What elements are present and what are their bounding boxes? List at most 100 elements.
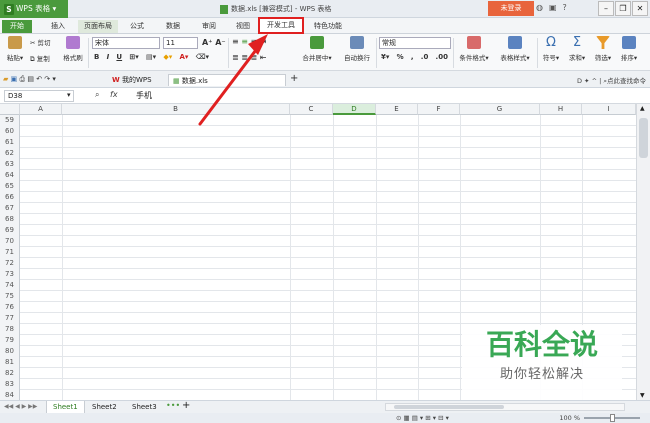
row-header[interactable]: 82 <box>0 368 20 379</box>
column-header-e[interactable]: E <box>376 104 418 115</box>
row-header[interactable]: 75 <box>0 291 20 302</box>
name-box-dropdown-icon[interactable]: ▾ <box>67 91 71 99</box>
row-header[interactable]: 81 <box>0 357 20 368</box>
column-header-i[interactable]: I <box>582 104 636 115</box>
row-header[interactable]: 66 <box>0 192 20 203</box>
tab-developer-tools[interactable]: 开发工具 <box>258 17 304 34</box>
add-sheet-icon[interactable]: + <box>182 400 190 411</box>
copy-button[interactable]: ⧉ 复制 <box>30 53 50 64</box>
font-size-select[interactable]: 11 <box>163 37 198 49</box>
tab-view[interactable]: 视图 <box>230 20 256 33</box>
column-header-d[interactable]: D <box>333 104 376 115</box>
underline-icon[interactable]: U <box>116 53 122 61</box>
percent-icon[interactable]: % <box>397 53 404 61</box>
tab-special-features[interactable]: 特色功能 <box>308 20 348 33</box>
print-icon[interactable]: ⎙ <box>19 75 25 83</box>
clear-format-icon[interactable]: ⌫▾ <box>196 53 209 61</box>
row-header[interactable]: 84 <box>0 390 20 400</box>
align-right-icon[interactable]: ≣ <box>251 53 258 62</box>
table-style-button[interactable]: 表格样式▾ <box>496 36 534 62</box>
zoom-slider[interactable] <box>584 414 640 422</box>
row-header[interactable]: 77 <box>0 313 20 324</box>
fill-color-icon[interactable]: ◆▾ <box>163 53 172 61</box>
row-header[interactable]: 80 <box>0 346 20 357</box>
zoom-slider-handle[interactable] <box>610 414 615 422</box>
open-icon[interactable]: ▰ <box>3 75 8 83</box>
preview-icon[interactable]: ▤ <box>27 75 34 83</box>
row-header[interactable]: 78 <box>0 324 20 335</box>
share-icon[interactable]: D <box>577 77 582 85</box>
paste-button[interactable]: 粘贴▾ <box>3 36 27 62</box>
thousands-icon[interactable]: , <box>411 53 414 61</box>
vertical-scroll-thumb[interactable] <box>639 118 648 158</box>
minimize-icon[interactable]: – <box>598 1 614 16</box>
collapse-icon[interactable]: ^ <box>592 77 597 85</box>
row-header[interactable]: 68 <box>0 214 20 225</box>
scroll-down-icon[interactable]: ▼ <box>640 392 645 399</box>
format-painter-button[interactable]: 格式刷 <box>60 36 86 62</box>
bell-icon[interactable]: ✦ <box>584 77 589 85</box>
row-header[interactable]: 73 <box>0 269 20 280</box>
indent-icon[interactable]: ⇥ <box>260 37 267 46</box>
horizontal-scrollbar[interactable] <box>385 403 625 411</box>
save-icon[interactable]: ▣ <box>11 75 18 83</box>
tab-my-wps[interactable]: W 我的WPS <box>108 74 156 86</box>
column-header-h[interactable]: H <box>540 104 582 115</box>
tab-page-layout[interactable]: 页面布局 <box>78 20 118 33</box>
row-header[interactable]: 67 <box>0 203 20 214</box>
row-header[interactable]: 69 <box>0 225 20 236</box>
border-icon[interactable]: ⊞▾ <box>129 53 138 61</box>
restore-icon[interactable]: ❐ <box>615 1 631 16</box>
align-bottom-icon[interactable]: ≡ <box>251 37 258 46</box>
font-name-select[interactable]: 宋体 <box>92 37 160 49</box>
column-header-f[interactable]: F <box>418 104 460 115</box>
row-header[interactable]: 62 <box>0 148 20 159</box>
cut-button[interactable]: ✂ 剪切 <box>30 37 51 47</box>
scroll-up-icon[interactable]: ▲ <box>640 105 645 112</box>
italic-icon[interactable]: I <box>107 53 110 61</box>
wrap-text-button[interactable]: 自动换行 <box>339 36 375 62</box>
zoom-search-icon[interactable]: ⌕ <box>95 90 99 100</box>
tab-formula[interactable]: 公式 <box>124 20 150 33</box>
row-header[interactable]: 60 <box>0 126 20 137</box>
new-tab-icon[interactable]: + <box>290 73 298 84</box>
column-header-g[interactable]: G <box>460 104 540 115</box>
sheet-more-icon[interactable]: ••• <box>166 401 180 410</box>
row-header[interactable]: 64 <box>0 170 20 181</box>
row-header[interactable]: 76 <box>0 302 20 313</box>
close-icon[interactable]: ✕ <box>632 1 648 16</box>
distribute-icon[interactable]: ⇤ <box>260 53 267 62</box>
row-header[interactable]: 71 <box>0 247 20 258</box>
formula-input[interactable]: 手机 <box>136 90 152 101</box>
command-search[interactable]: D ✦ ^ | ⌕点此查找命令 <box>577 75 646 86</box>
tab-review[interactable]: 审阅 <box>196 20 222 33</box>
redo-icon[interactable]: ↷ <box>44 75 50 83</box>
select-all-corner[interactable] <box>0 104 20 115</box>
row-header[interactable]: 70 <box>0 236 20 247</box>
number-format-select[interactable]: 常规 <box>379 37 451 49</box>
tab-insert[interactable]: 插入 <box>44 20 72 33</box>
sort-button[interactable]: 排序▾ <box>618 36 640 62</box>
symbol-button[interactable]: Ω 符号▾ <box>540 36 562 63</box>
currency-icon[interactable]: ¥▾ <box>381 53 389 61</box>
align-left-icon[interactable]: ≣ <box>232 53 239 62</box>
login-button[interactable]: 未登录 <box>488 1 534 16</box>
sum-button[interactable]: Σ 求和▾ <box>566 36 588 63</box>
align-center-icon[interactable]: ≣ <box>241 53 248 62</box>
conditional-format-button[interactable]: 条件格式▾ <box>456 36 492 62</box>
align-middle-icon[interactable]: ≡ <box>241 37 248 46</box>
row-header[interactable]: 59 <box>0 115 20 126</box>
merge-center-button[interactable]: 合并居中▾ <box>298 36 336 62</box>
font-color-icon[interactable]: A▾ <box>179 53 188 61</box>
view-mode-icons[interactable]: ⊙ ▦ ▤ ▾ ⊞ ▾ ⊟ ▾ <box>396 413 449 423</box>
tab-start[interactable]: 开始 <box>2 20 32 33</box>
increase-decimal-icon[interactable]: .0 <box>421 53 429 61</box>
tab-data-xls[interactable]: ▦ 数据.xls <box>168 74 286 86</box>
help-icon[interactable]: ? <box>563 3 567 12</box>
shirt-icon[interactable]: ▣ <box>549 3 557 12</box>
row-header[interactable]: 83 <box>0 379 20 390</box>
column-header-b[interactable]: B <box>62 104 290 115</box>
more-icon[interactable]: ▾ <box>52 75 56 83</box>
decrease-decimal-icon[interactable]: .00 <box>436 53 448 61</box>
undo-icon[interactable]: ↶ <box>36 75 42 83</box>
